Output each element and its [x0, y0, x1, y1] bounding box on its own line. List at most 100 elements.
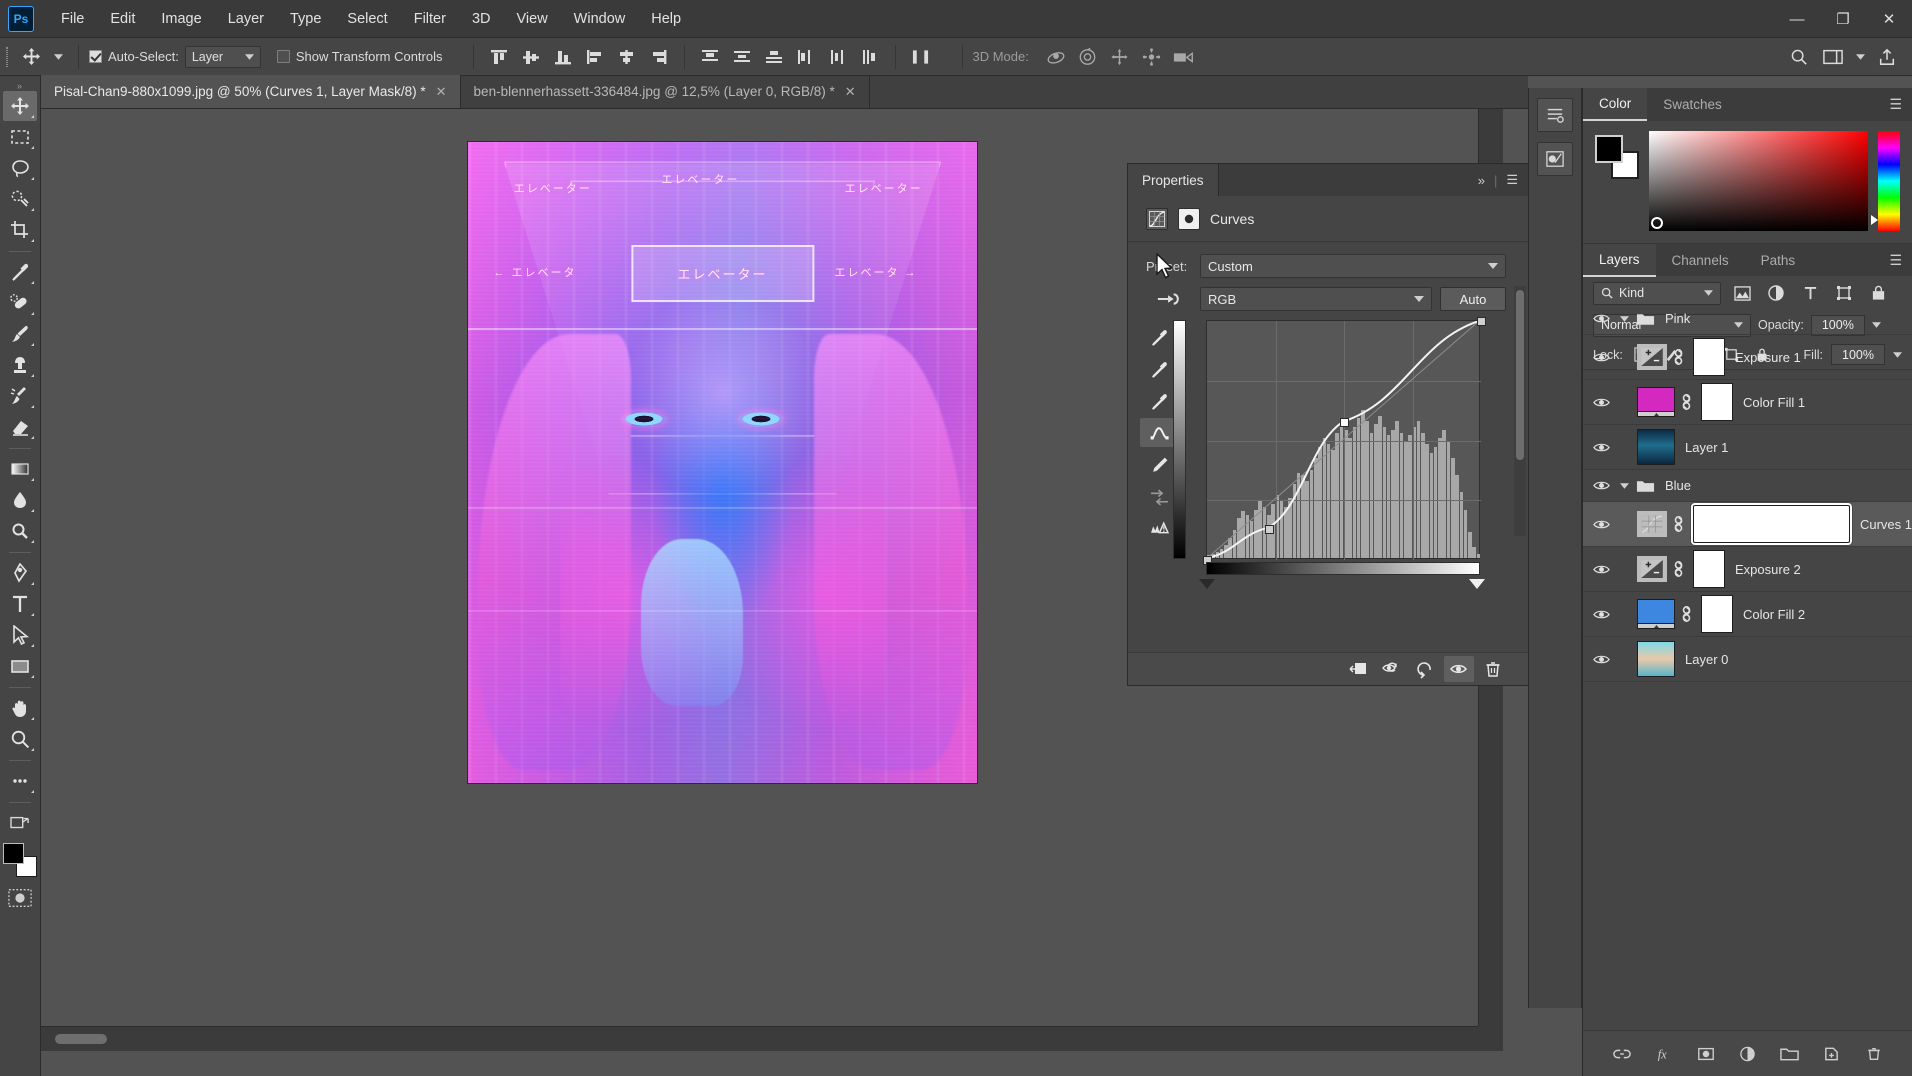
auto-select-checkbox[interactable]	[89, 50, 102, 63]
filter-shape-icon[interactable]	[1831, 281, 1857, 305]
distribute-top-edges-icon[interactable]	[695, 44, 725, 70]
layer-style-fx-icon[interactable]: fx	[1652, 1042, 1676, 1066]
rectangle-tool[interactable]	[3, 651, 37, 681]
orbit-3d-icon[interactable]	[1041, 44, 1071, 70]
move-tool-icon[interactable]	[14, 43, 48, 71]
pan-3d-icon[interactable]	[1105, 44, 1135, 70]
close-button[interactable]: ✕	[1866, 0, 1912, 38]
move-tool[interactable]	[3, 91, 37, 121]
foreground-color-swatch[interactable]	[1595, 135, 1623, 163]
fill-layer-thumbnail[interactable]	[1637, 599, 1675, 629]
layer-row-curves-1[interactable]: Curves 1	[1583, 502, 1912, 547]
tab-channels[interactable]: Channels	[1656, 244, 1745, 277]
zoom-3d-camera-icon[interactable]	[1169, 44, 1199, 70]
filter-adjustment-icon[interactable]	[1763, 281, 1789, 305]
canvas-horizontal-scrollbar[interactable]	[41, 1026, 1478, 1051]
layer-row-pink[interactable]: Pink	[1583, 303, 1912, 335]
layer-visibility-toggle[interactable]	[1587, 563, 1615, 576]
layer-row-color-fill-1[interactable]: Color Fill 1	[1583, 380, 1912, 425]
layer-mask-link-icon[interactable]	[1667, 348, 1689, 366]
menu-help[interactable]: Help	[638, 0, 694, 38]
group-expand-toggle[interactable]	[1615, 482, 1633, 489]
workspace-icon[interactable]	[1818, 44, 1848, 70]
layer-thumbnail[interactable]	[1637, 429, 1675, 465]
slide-3d-icon[interactable]	[1137, 44, 1167, 70]
document-tab-inactive[interactable]: ben-blennerhassett-336484.jpg @ 12,5% (L…	[461, 75, 870, 108]
dodge-tool[interactable]	[3, 516, 37, 546]
history-panel-icon[interactable]	[1537, 98, 1573, 132]
layer-row-exposure-2[interactable]: Exposure 2	[1583, 547, 1912, 592]
tool-preset-chevron-icon[interactable]	[48, 43, 68, 71]
screen-mode-icon[interactable]	[3, 808, 37, 838]
pen-tool[interactable]	[3, 558, 37, 588]
curve-point-midpoint[interactable]	[1340, 417, 1350, 427]
search-icon[interactable]	[1784, 44, 1814, 70]
share-icon[interactable]	[1872, 44, 1902, 70]
path-selection-tool[interactable]	[3, 620, 37, 650]
blur-tool[interactable]	[3, 485, 37, 515]
layer-row-layer-0[interactable]: Layer 0	[1583, 637, 1912, 682]
show-transform-checkbox[interactable]	[276, 50, 290, 63]
align-vertical-centers-icon[interactable]	[516, 44, 546, 70]
align-left-edges-icon[interactable]	[580, 44, 610, 70]
edit-toolbar[interactable]	[3, 766, 37, 796]
hand-tool[interactable]	[3, 693, 37, 723]
menu-edit[interactable]: Edit	[97, 0, 148, 38]
auto-select-checkbox-group[interactable]: Auto-Select:	[89, 49, 179, 64]
layer-visibility-toggle[interactable]	[1587, 396, 1615, 409]
lasso-tool[interactable]	[3, 153, 37, 183]
layer-visibility-toggle[interactable]	[1587, 608, 1615, 621]
zoom-tool[interactable]	[3, 724, 37, 754]
layer-visibility-toggle[interactable]	[1587, 518, 1615, 531]
distribute-vertical-centers-icon[interactable]	[727, 44, 757, 70]
menu-window[interactable]: Window	[561, 0, 639, 38]
menu-file[interactable]: File	[48, 0, 97, 38]
show-transform-checkbox-group[interactable]: Show Transform Controls	[276, 49, 443, 64]
delete-adjustment-layer-button[interactable]	[1478, 656, 1508, 682]
layer-row-blue[interactable]: Blue	[1583, 470, 1912, 502]
quick-mask-mode-icon[interactable]	[7, 887, 33, 909]
layer-mask-link-icon[interactable]	[1667, 560, 1689, 578]
color-swatches[interactable]	[1595, 135, 1639, 179]
layer-visibility-toggle[interactable]	[1587, 441, 1615, 454]
filter-smart-object-icon[interactable]	[1865, 281, 1891, 305]
eraser-tool[interactable]	[3, 412, 37, 442]
preset-dropdown[interactable]: Custom	[1200, 254, 1506, 278]
tab-properties[interactable]: Properties	[1128, 164, 1219, 196]
link-layers-icon[interactable]	[1610, 1042, 1634, 1066]
new-adjustment-layer-icon[interactable]	[1736, 1042, 1760, 1066]
align-bottom-edges-icon[interactable]	[548, 44, 578, 70]
filter-pixel-icon[interactable]	[1729, 281, 1755, 305]
layer-filter-kind-dropdown[interactable]: Kind	[1593, 281, 1721, 305]
layer-mask-thumbnail[interactable]	[1701, 595, 1733, 633]
adjustments-panel-icon[interactable]	[1537, 142, 1573, 176]
color-panel-menu-icon[interactable]: ☰	[1889, 96, 1912, 113]
layer-thumbnail[interactable]	[1637, 641, 1675, 677]
tab-paths[interactable]: Paths	[1745, 244, 1812, 277]
clone-stamp-tool[interactable]	[3, 350, 37, 380]
reset-adjustment-button[interactable]	[1410, 656, 1440, 682]
menu-view[interactable]: View	[504, 0, 561, 38]
menu-filter[interactable]: Filter	[401, 0, 459, 38]
foreground-background-colors[interactable]	[3, 843, 37, 877]
history-brush-tool[interactable]	[3, 381, 37, 411]
align-right-edges-icon[interactable]	[644, 44, 674, 70]
quick-selection-tool[interactable]	[3, 184, 37, 214]
layer-visibility-toggle[interactable]	[1587, 653, 1615, 666]
hue-slider[interactable]	[1871, 131, 1900, 231]
curve-graph[interactable]	[1202, 316, 1486, 565]
new-layer-icon[interactable]	[1820, 1042, 1844, 1066]
group-expand-toggle[interactable]	[1615, 315, 1633, 322]
distribute-left-edges-icon[interactable]	[791, 44, 821, 70]
collapse-panel-icon[interactable]: »	[1478, 173, 1485, 188]
exposure-adjustment-icon[interactable]	[1637, 556, 1667, 582]
input-white-point-slider[interactable]	[1469, 579, 1485, 589]
crop-tool[interactable]	[3, 215, 37, 245]
layer-visibility-toggle[interactable]	[1587, 312, 1615, 325]
distribute-right-edges-icon[interactable]	[855, 44, 885, 70]
add-layer-mask-icon[interactable]	[1694, 1042, 1718, 1066]
curves-adjustment-icon[interactable]	[1146, 207, 1168, 230]
layer-row-color-fill-2[interactable]: Color Fill 2	[1583, 592, 1912, 637]
layers-panel-menu-icon[interactable]: ☰	[1889, 252, 1912, 269]
chevron-down-icon[interactable]	[1852, 44, 1868, 70]
